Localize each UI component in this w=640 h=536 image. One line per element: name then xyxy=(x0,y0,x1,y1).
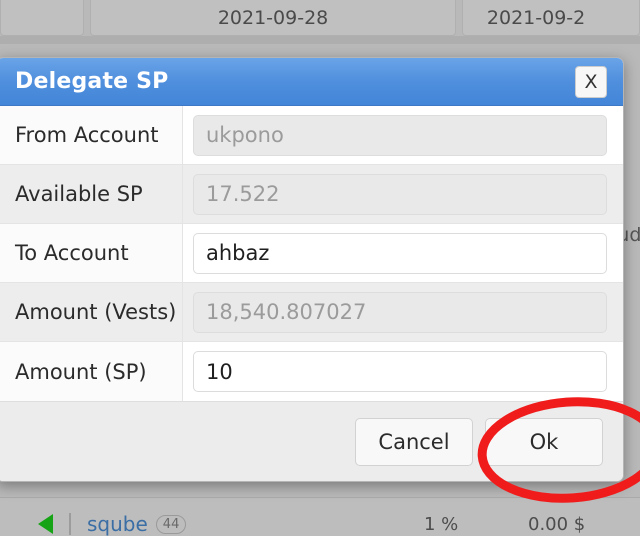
to-account-input[interactable] xyxy=(193,232,607,274)
label-amount-vests: Amount (Vests) xyxy=(0,283,183,341)
label-from-account: From Account xyxy=(0,106,183,164)
background-date-header: 2021-09-28 2021-09-2 xyxy=(0,0,640,36)
background-date-cell-1: 2021-09-28 xyxy=(90,0,456,36)
field-wrapper-amount-sp xyxy=(183,351,623,392)
cancel-button[interactable]: Cancel xyxy=(355,417,473,466)
amount-vests-input[interactable] xyxy=(193,291,607,333)
green-triangle-icon xyxy=(38,514,53,534)
background-date-cell-2: 2021-09-2 xyxy=(461,0,640,36)
available-sp-input[interactable] xyxy=(193,173,607,215)
dialog-title: Delegate SP xyxy=(15,69,169,94)
amount-value: 0.00 $ xyxy=(528,513,586,535)
label-available-sp: Available SP xyxy=(0,165,183,223)
from-account-input[interactable] xyxy=(193,114,607,156)
amount-sp-input[interactable] xyxy=(193,351,607,392)
form-row-to-account: To Account xyxy=(0,224,623,283)
label-amount-sp: Amount (SP) xyxy=(0,342,183,401)
background-date-cell-blank xyxy=(0,0,85,36)
field-wrapper-to-account xyxy=(183,232,623,274)
account-badge: 44 xyxy=(155,514,187,534)
close-icon[interactable]: X xyxy=(575,65,607,98)
label-to-account: To Account xyxy=(0,224,183,282)
field-wrapper-available-sp xyxy=(183,173,623,215)
row-divider xyxy=(69,513,71,535)
dialog-form: From Account Available SP To Account Amo… xyxy=(0,106,623,401)
form-row-available-sp: Available SP xyxy=(0,165,623,224)
percent-value: 1 % xyxy=(424,513,459,535)
ok-button[interactable]: Ok xyxy=(485,417,603,466)
field-wrapper-amount-vests xyxy=(183,291,623,333)
form-row-amount-vests: Amount (Vests) xyxy=(0,283,623,342)
dialog-titlebar: Delegate SP X xyxy=(0,58,623,106)
background-account-row: sqube 44 1 % 0.00 $ xyxy=(0,512,640,536)
field-wrapper-from-account xyxy=(183,114,623,156)
delegate-sp-dialog: Delegate SP X From Account Available SP … xyxy=(0,57,624,482)
dialog-footer: Cancel Ok xyxy=(0,401,623,481)
form-row-from-account: From Account xyxy=(0,106,623,165)
account-link[interactable]: sqube xyxy=(87,512,148,536)
form-row-amount-sp: Amount (SP) xyxy=(0,342,623,401)
background-separator xyxy=(0,36,640,44)
